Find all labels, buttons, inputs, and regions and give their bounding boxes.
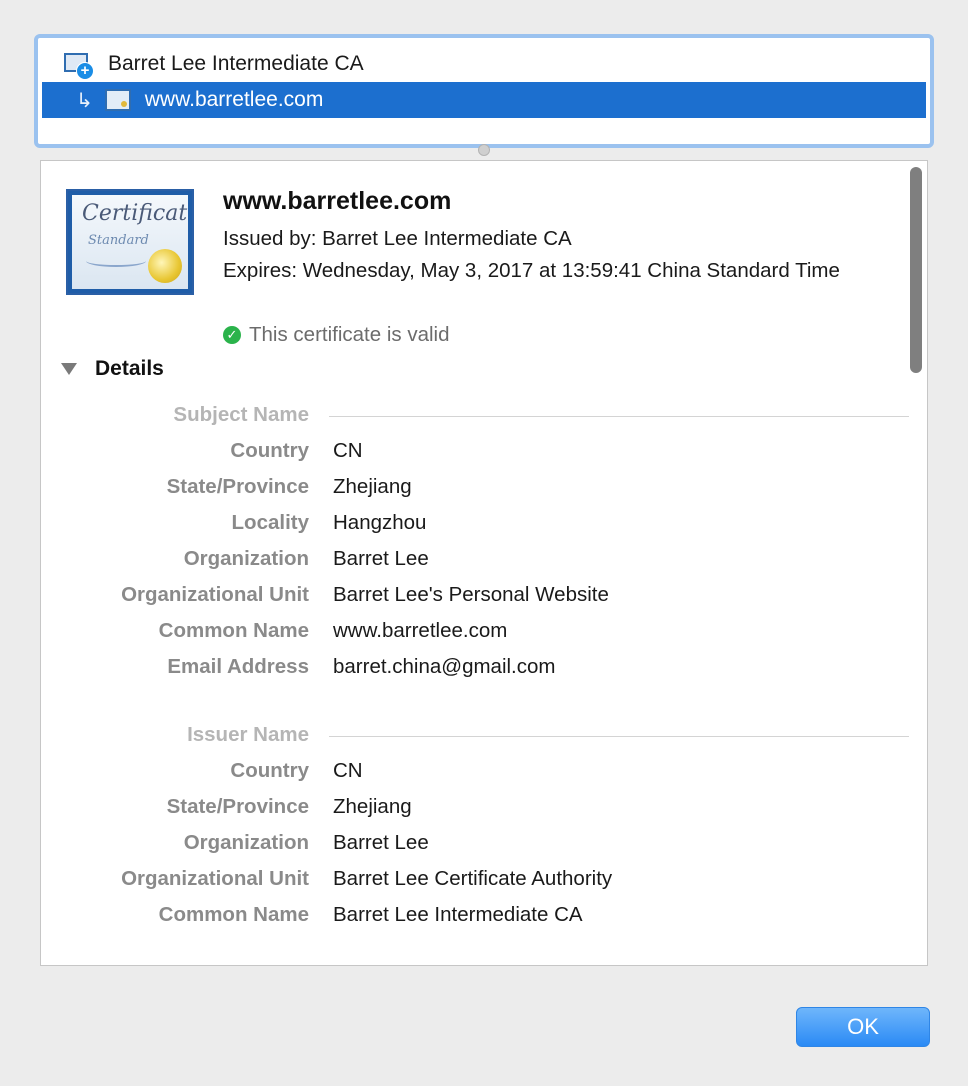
ca-certificate-icon: + bbox=[64, 51, 94, 80]
field-key: Common Name bbox=[158, 619, 309, 642]
ok-button[interactable]: OK bbox=[796, 1007, 930, 1047]
field-row: Organization Barret Lee bbox=[41, 543, 911, 579]
split-view-handle[interactable] bbox=[478, 144, 490, 156]
validity-status: ✓ This certificate is valid bbox=[223, 321, 903, 349]
field-key: State/Province bbox=[166, 475, 309, 498]
field-value: www.barretlee.com bbox=[333, 619, 508, 642]
field-key: Organizational Unit bbox=[121, 583, 309, 606]
field-row: State/Province Zhejiang bbox=[41, 791, 911, 827]
section-heading: Issuer Name bbox=[187, 723, 309, 746]
certificate-image-subtext: Standard bbox=[88, 233, 149, 248]
certificate-image-text: Certificate bbox=[82, 201, 188, 226]
details-disclosure[interactable]: Details bbox=[61, 357, 164, 381]
issued-by-text: Issued by: Barret Lee Intermediate CA bbox=[223, 227, 572, 250]
section-divider bbox=[329, 736, 909, 737]
field-value: Barret Lee bbox=[333, 831, 429, 854]
certificate-details-panel[interactable]: Certificate Standard www.barretlee.com I… bbox=[40, 160, 928, 966]
chain-item-label: www.barretlee.com bbox=[144, 88, 324, 111]
field-row: Organizational Unit Barret Lee Certifica… bbox=[41, 863, 911, 899]
certificate-icon bbox=[104, 89, 131, 111]
validity-text: This certificate is valid bbox=[249, 323, 450, 346]
seal-icon bbox=[148, 249, 182, 283]
section-heading: Subject Name bbox=[173, 403, 309, 426]
expires-text: Expires: Wednesday, May 3, 2017 at 13:59… bbox=[223, 259, 840, 282]
field-value: Zhejiang bbox=[333, 475, 412, 498]
field-key: Email Address bbox=[167, 655, 309, 678]
field-row: Common Name Barret Lee Intermediate CA bbox=[41, 899, 911, 935]
subject-name-section: Subject Name bbox=[41, 399, 911, 435]
field-row: Locality Hangzhou bbox=[41, 507, 911, 543]
field-value: CN bbox=[333, 759, 363, 782]
chain-item-intermediate-ca[interactable]: + Barret Lee Intermediate CA bbox=[38, 46, 930, 82]
valid-check-icon: ✓ bbox=[223, 326, 241, 344]
field-value: CN bbox=[333, 439, 363, 462]
field-key: Common Name bbox=[158, 903, 309, 926]
field-key: State/Province bbox=[166, 795, 309, 818]
certificate-title: www.barretlee.com bbox=[223, 187, 452, 215]
certificate-chain-list[interactable]: + Barret Lee Intermediate CA ↳ www.barre… bbox=[34, 34, 934, 148]
disclosure-triangle-icon[interactable] bbox=[61, 363, 77, 375]
field-row: Common Name www.barretlee.com bbox=[41, 615, 911, 651]
field-value: Barret Lee Intermediate CA bbox=[333, 903, 583, 926]
field-value: Barret Lee's Personal Website bbox=[333, 583, 609, 606]
field-row: Organizational Unit Barret Lee's Persona… bbox=[41, 579, 911, 615]
issuer-name-section: Issuer Name bbox=[41, 719, 911, 755]
chain-item-label: Barret Lee Intermediate CA bbox=[108, 52, 364, 75]
field-key: Organizational Unit bbox=[121, 867, 309, 890]
field-row: Organization Barret Lee bbox=[41, 827, 911, 863]
field-value: Zhejiang bbox=[333, 795, 412, 818]
field-row: Country CN bbox=[41, 755, 911, 791]
vertical-scrollbar[interactable] bbox=[910, 167, 922, 373]
field-key: Country bbox=[230, 439, 309, 462]
field-row: Email Address barret.china@gmail.com bbox=[41, 651, 911, 687]
details-label: Details bbox=[95, 357, 164, 380]
field-key: Organization bbox=[183, 547, 309, 570]
field-key: Country bbox=[230, 759, 309, 782]
field-row: Country CN bbox=[41, 435, 911, 471]
field-row: State/Province Zhejiang bbox=[41, 471, 911, 507]
field-value: Barret Lee bbox=[333, 547, 429, 570]
field-key: Organization bbox=[183, 831, 309, 854]
field-key: Locality bbox=[231, 511, 309, 534]
chain-item-site-certificate[interactable]: ↳ www.barretlee.com bbox=[42, 82, 926, 118]
field-value: Barret Lee Certificate Authority bbox=[333, 867, 613, 890]
field-value: barret.china@gmail.com bbox=[333, 655, 556, 678]
field-value: Hangzhou bbox=[333, 511, 427, 534]
child-arrow-icon: ↳ bbox=[76, 89, 93, 112]
certificate-large-icon: Certificate Standard bbox=[66, 189, 194, 295]
section-divider bbox=[329, 416, 909, 417]
